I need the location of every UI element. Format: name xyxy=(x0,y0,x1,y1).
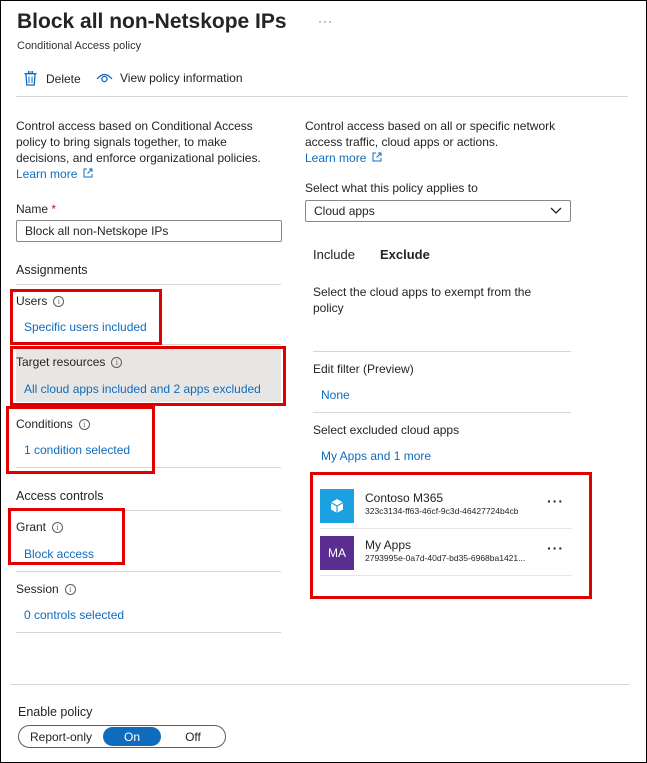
left-intro-line: Control access based on Conditional Acce… xyxy=(16,119,253,133)
right-intro-text: Control access based on all or specific … xyxy=(305,118,595,150)
enable-policy-label: Enable policy xyxy=(18,705,93,719)
session-label-text: Session xyxy=(16,582,59,596)
edit-filter-label: Edit filter (Preview) xyxy=(313,362,414,376)
toolbar-divider xyxy=(16,96,628,97)
enable-policy-toggle: Report-only On Off xyxy=(18,725,226,748)
external-link-icon xyxy=(372,152,382,162)
chevron-down-icon xyxy=(550,207,562,214)
name-label-text: Name xyxy=(16,202,49,216)
info-icon[interactable]: i xyxy=(64,584,76,595)
more-options-icon[interactable]: ··· xyxy=(318,14,333,28)
right-intro-line: access traffic, cloud apps or actions. xyxy=(305,135,499,149)
filter-divider xyxy=(313,412,571,413)
grant-divider xyxy=(16,571,281,572)
exempt-description: Select the cloud apps to exempt from the… xyxy=(313,284,573,316)
tab-include[interactable]: Include xyxy=(313,247,355,262)
left-intro-line: decisions, and enforce organizational po… xyxy=(16,151,261,165)
session-value-link[interactable]: 0 controls selected xyxy=(24,607,124,623)
applies-to-value: Cloud apps xyxy=(314,204,375,218)
highlight-excluded-apps xyxy=(310,472,592,599)
required-marker: * xyxy=(51,202,57,216)
view-policy-info-button[interactable]: View policy information xyxy=(96,71,243,85)
external-link-icon xyxy=(83,168,93,178)
toggle-off[interactable]: Off xyxy=(161,727,225,746)
highlight-target-resources xyxy=(10,346,286,406)
assignments-divider xyxy=(16,284,281,285)
excluded-apps-label: Select excluded cloud apps xyxy=(313,423,460,437)
right-intro-line: Control access based on all or specific … xyxy=(305,119,556,133)
toggle-report-only[interactable]: Report-only xyxy=(19,727,103,746)
policy-name-input[interactable]: Block all non-Netskope IPs xyxy=(16,220,282,242)
name-label: Name * xyxy=(16,202,56,216)
access-controls-heading: Access controls xyxy=(16,489,104,503)
excluded-apps-link[interactable]: My Apps and 1 more xyxy=(321,448,431,464)
page-title: Block all non-Netskope IPs xyxy=(17,10,287,33)
assignments-heading: Assignments xyxy=(16,263,88,277)
session-label: Session i xyxy=(16,582,76,596)
footer-divider xyxy=(10,684,630,685)
exempt-line: policy xyxy=(313,301,344,315)
page-subtitle: Conditional Access policy xyxy=(17,40,142,52)
left-intro-line: policy to bring signals together, to mak… xyxy=(16,135,227,149)
view-policy-info-label: View policy information xyxy=(120,71,243,85)
right-learn-more-link[interactable]: Learn more xyxy=(305,150,382,166)
highlight-grant xyxy=(8,508,125,565)
session-divider xyxy=(16,632,281,633)
applies-to-dropdown[interactable]: Cloud apps xyxy=(305,200,571,222)
delete-button[interactable]: Delete xyxy=(24,71,81,86)
left-learn-more-label: Learn more xyxy=(16,167,78,181)
right-learn-more-label: Learn more xyxy=(305,151,367,165)
edit-filter-link[interactable]: None xyxy=(321,387,350,403)
exempt-line: Select the cloud apps to exempt from the xyxy=(313,285,532,299)
tab-exclude[interactable]: Exclude xyxy=(380,247,430,262)
trash-icon xyxy=(24,71,37,86)
eye-icon xyxy=(96,73,113,83)
delete-label: Delete xyxy=(46,71,81,86)
highlight-conditions xyxy=(6,406,155,474)
toggle-on[interactable]: On xyxy=(103,727,161,746)
exempt-divider xyxy=(313,351,571,352)
highlight-users xyxy=(10,289,162,345)
left-intro-text: Control access based on Conditional Acce… xyxy=(16,118,286,166)
applies-to-label: Select what this policy applies to xyxy=(305,181,478,195)
left-learn-more-link[interactable]: Learn more xyxy=(16,166,93,182)
